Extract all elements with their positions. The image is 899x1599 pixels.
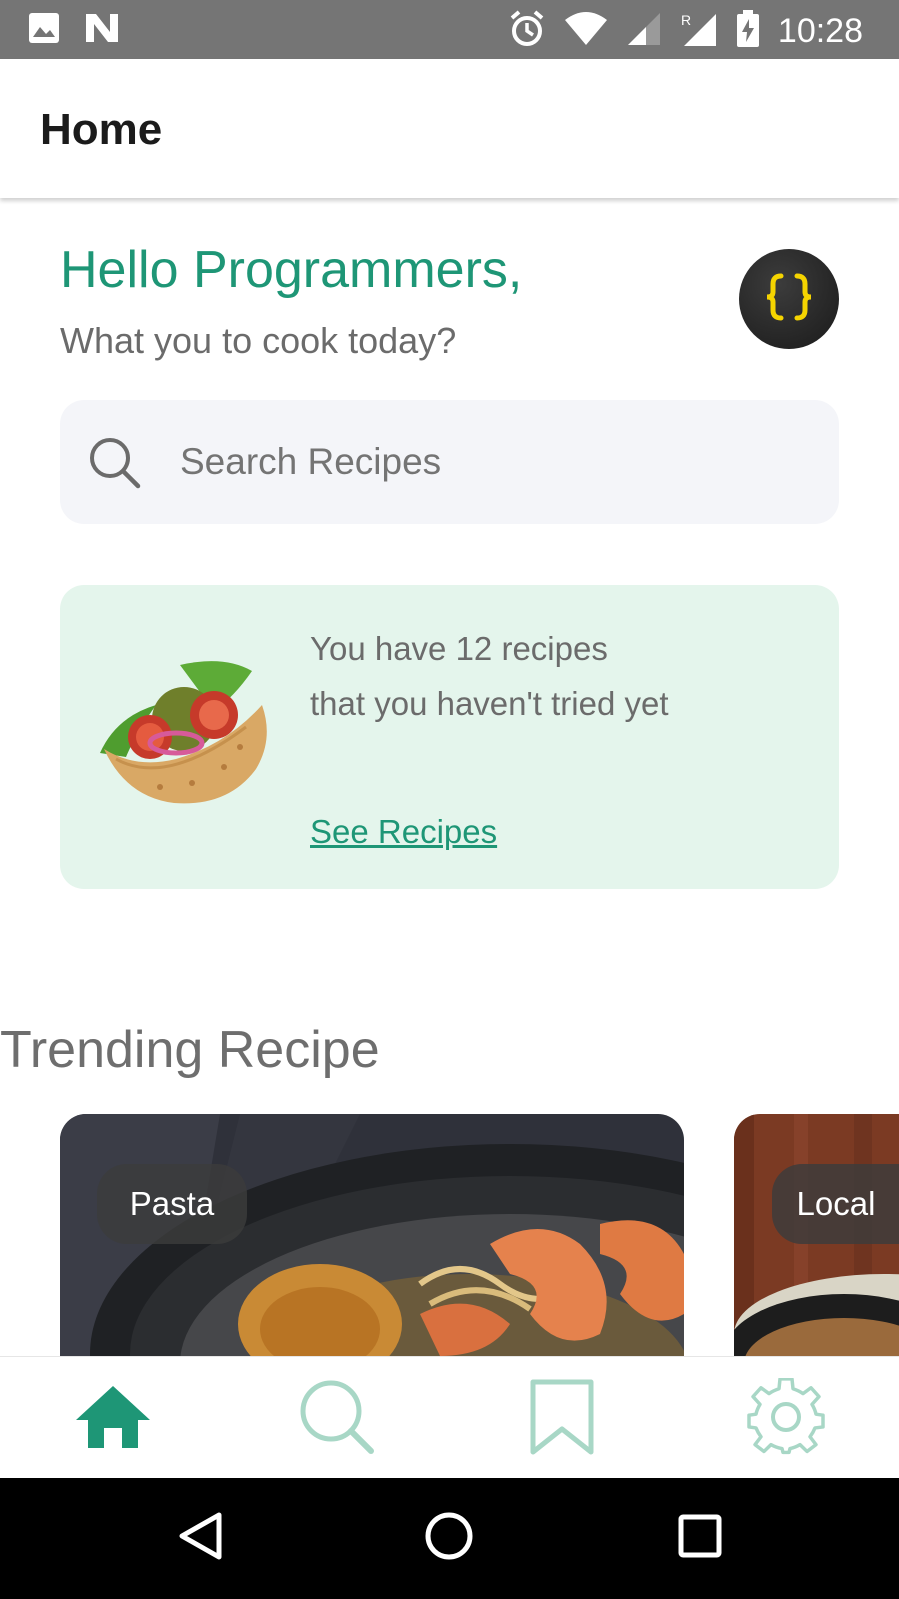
trending-card-local[interactable]: Local	[734, 1114, 899, 1356]
avatar[interactable]	[739, 249, 839, 349]
wifi-icon	[564, 12, 608, 51]
untried-recipes-text: You have 12 recipes that you haven't tri…	[310, 630, 669, 722]
system-recents-button[interactable]	[670, 1508, 730, 1568]
status-left-icons	[28, 12, 120, 49]
card-tag: Local	[772, 1164, 899, 1244]
app-bar: Home	[0, 59, 899, 198]
trending-title: Trending Recipe	[0, 1021, 380, 1079]
home-icon	[74, 1384, 152, 1455]
page-title: Home	[40, 105, 163, 154]
roaming-signal-icon: R	[680, 11, 718, 52]
status-bar: R 10:28	[0, 0, 899, 59]
recents-icon	[678, 1514, 722, 1563]
back-icon	[177, 1511, 223, 1566]
bottom-nav	[0, 1356, 899, 1478]
status-right-icons: R 10:28	[508, 10, 863, 53]
taco-icon	[96, 657, 268, 812]
card-tag: Pasta	[97, 1164, 247, 1244]
system-home-button[interactable]	[419, 1508, 479, 1568]
home-circle-icon	[424, 1511, 474, 1566]
greeting-subtitle: What you to cook today?	[60, 320, 457, 361]
settings-gear-icon	[747, 1376, 825, 1461]
system-back-button[interactable]	[170, 1508, 230, 1568]
search-icon	[299, 1379, 377, 1460]
see-recipes-link[interactable]: See Recipes	[310, 813, 497, 851]
nav-bookmarks[interactable]	[522, 1379, 602, 1459]
search-bar[interactable]	[60, 400, 839, 524]
search-icon	[88, 436, 142, 495]
greeting-title: Hello Programmers,	[60, 241, 523, 299]
search-input[interactable]	[180, 400, 800, 524]
image-icon	[28, 12, 60, 49]
battery-charging-icon	[736, 10, 760, 53]
trending-card-pasta[interactable]: Pasta	[60, 1114, 684, 1356]
signal-icon	[626, 12, 662, 51]
nav-search[interactable]	[298, 1379, 378, 1459]
n-icon	[84, 12, 120, 49]
alarm-icon	[508, 10, 546, 53]
curly-braces-icon	[759, 272, 819, 327]
status-time: 10:28	[777, 12, 863, 50]
nav-home[interactable]	[73, 1379, 153, 1459]
nav-settings[interactable]	[746, 1376, 826, 1461]
untried-recipes-card: You have 12 recipes that you haven't tri…	[60, 585, 839, 889]
svg-text:R: R	[681, 12, 691, 28]
bookmark-icon	[529, 1379, 595, 1460]
system-nav-bar	[0, 1478, 899, 1599]
